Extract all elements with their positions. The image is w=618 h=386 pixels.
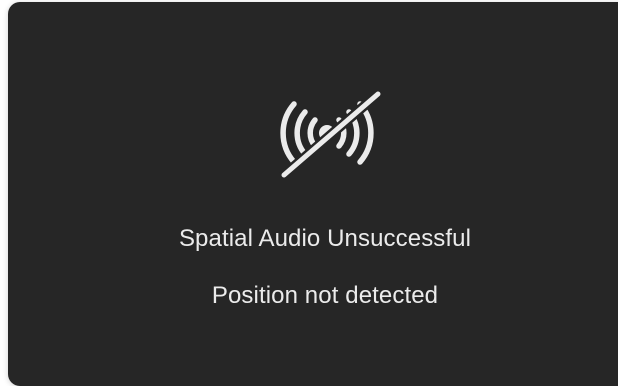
spatial-audio-off-icon (264, 87, 390, 183)
dialog-title: Spatial Audio Unsuccessful (178, 225, 472, 252)
dialog-subtitle: Position not detected (211, 282, 439, 309)
spatial-audio-dialog: Spatial Audio Unsuccessful Position not … (8, 2, 618, 386)
